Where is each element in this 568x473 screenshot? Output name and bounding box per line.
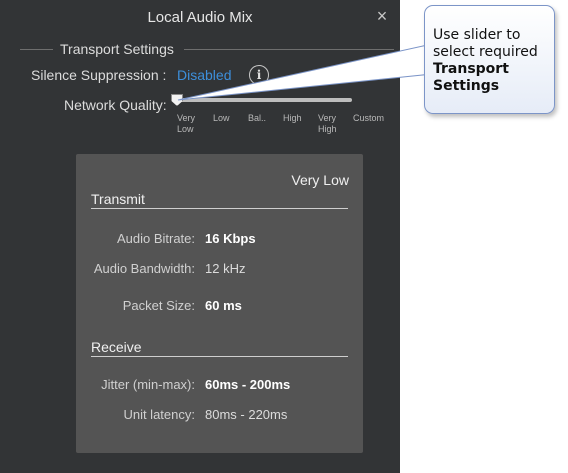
callout-text: Use slider to select required Transport … [433, 27, 538, 95]
callout-line-2: select required [433, 44, 538, 60]
callout-bold-1: Transport [433, 61, 509, 77]
callout-line-1: Use slider to [433, 27, 521, 43]
callout-line-4: Settings [433, 78, 538, 95]
annotation-callout: Use slider to select required Transport … [424, 5, 555, 114]
callout-line-3: Transport [433, 61, 538, 78]
callout-bold-2: Settings [433, 78, 500, 94]
